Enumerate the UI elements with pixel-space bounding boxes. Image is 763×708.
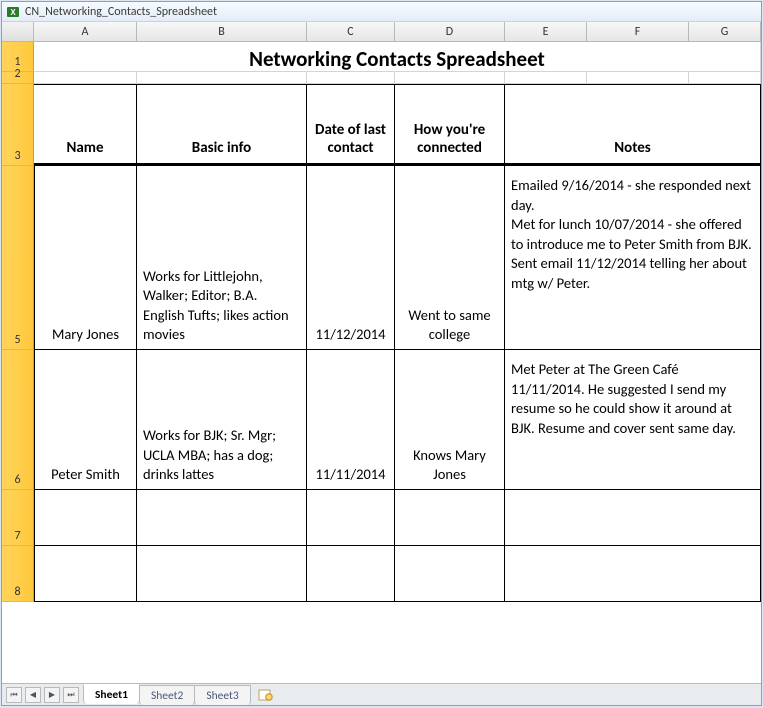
cell-date-0[interactable]: 11/12/2014 xyxy=(307,166,395,350)
cell-C2[interactable] xyxy=(307,72,395,84)
sheet-nav-buttons: ⏮ ◀ ▶ ⏭ xyxy=(2,687,83,703)
excel-icon: X xyxy=(6,5,20,19)
row-8: 8 xyxy=(2,546,761,602)
row-header-7[interactable]: 7 xyxy=(2,490,34,546)
cell-A2[interactable] xyxy=(34,72,137,84)
cell-connected-0[interactable]: Went to same college xyxy=(395,166,505,350)
cell-C8[interactable] xyxy=(307,546,395,602)
cell-date-1[interactable]: 11/11/2014 xyxy=(307,350,395,490)
cell-notes-1[interactable]: Met Peter at The Green Café 11/11/2014. … xyxy=(505,350,761,490)
col-header-D[interactable]: D xyxy=(395,22,505,41)
cell-A7[interactable] xyxy=(34,490,137,546)
row-6: 6 Peter Smith Works for BJK; Sr. Mgr; UC… xyxy=(2,350,761,490)
first-sheet-button[interactable]: ⏮ xyxy=(6,687,22,703)
col-header-C[interactable]: C xyxy=(307,22,395,41)
row-3: 3 Name Basic info Date of last contact H… xyxy=(2,84,761,166)
column-headers: A B C D E F G xyxy=(2,22,761,42)
header-connected[interactable]: How you're connected xyxy=(395,84,505,166)
title-cell[interactable]: Networking Contacts Spreadsheet xyxy=(34,42,761,72)
col-header-G[interactable]: G xyxy=(689,22,761,41)
cell-B7[interactable] xyxy=(137,490,307,546)
spreadsheet-grid[interactable]: A B C D E F G 1 Networking Contacts Spre… xyxy=(2,22,761,683)
cell-EFG8[interactable] xyxy=(505,546,761,602)
row-1: 1 Networking Contacts Spreadsheet xyxy=(2,42,761,72)
cell-EFG7[interactable] xyxy=(505,490,761,546)
tab-sheet3[interactable]: Sheet3 xyxy=(194,685,250,705)
col-header-F[interactable]: F xyxy=(587,22,689,41)
cell-F2[interactable] xyxy=(587,72,689,84)
row-header-8[interactable]: 8 xyxy=(2,546,34,602)
cell-B2[interactable] xyxy=(137,72,307,84)
excel-window: X CN_Networking_Contacts_Spreadsheet A B… xyxy=(1,1,762,706)
row-7: 7 xyxy=(2,490,761,546)
row-2: 2 xyxy=(2,72,761,84)
header-name[interactable]: Name xyxy=(34,84,137,166)
header-notes[interactable]: Notes xyxy=(505,84,761,166)
cell-A8[interactable] xyxy=(34,546,137,602)
cell-D2[interactable] xyxy=(395,72,505,84)
window-title: CN_Networking_Contacts_Spreadsheet xyxy=(25,5,217,19)
row-header-6[interactable]: 6 xyxy=(2,350,34,490)
cell-name-0[interactable]: Mary Jones xyxy=(34,166,137,350)
next-sheet-button[interactable]: ▶ xyxy=(44,687,60,703)
cell-basicinfo-0[interactable]: Works for Littlejohn, Walker; Editor; B.… xyxy=(137,166,307,350)
prev-sheet-button[interactable]: ◀ xyxy=(25,687,41,703)
cell-C7[interactable] xyxy=(307,490,395,546)
col-header-B[interactable]: B xyxy=(137,22,307,41)
cell-D8[interactable] xyxy=(395,546,505,602)
col-header-E[interactable]: E xyxy=(505,22,587,41)
row-5: 5 Mary Jones Works for Littlejohn, Walke… xyxy=(2,166,761,350)
sheet-tab-bar: ⏮ ◀ ▶ ⏭ Sheet1 Sheet2 Sheet3 xyxy=(2,683,761,705)
cell-name-1[interactable]: Peter Smith xyxy=(34,350,137,490)
col-header-A[interactable]: A xyxy=(34,22,137,41)
row-header-3[interactable]: 3 xyxy=(2,84,34,166)
tab-sheet1[interactable]: Sheet1 xyxy=(83,684,140,704)
cell-notes-0[interactable]: Emailed 9/16/2014 - she responded next d… xyxy=(505,166,761,350)
tab-sheet2[interactable]: Sheet2 xyxy=(139,685,195,705)
cell-E2[interactable] xyxy=(505,72,587,84)
new-sheet-button[interactable] xyxy=(256,688,276,702)
cell-basicinfo-1[interactable]: Works for BJK; Sr. Mgr; UCLA MBA; has a … xyxy=(137,350,307,490)
select-all-corner[interactable] xyxy=(2,22,34,41)
header-basic-info[interactable]: Basic info xyxy=(137,84,307,166)
cell-B8[interactable] xyxy=(137,546,307,602)
row-header-5[interactable]: 5 xyxy=(2,166,34,350)
grid-rows: 1 Networking Contacts Spreadsheet 2 3 Na… xyxy=(2,42,761,683)
cell-G2[interactable] xyxy=(689,72,761,84)
svg-text:X: X xyxy=(10,8,16,17)
cell-connected-1[interactable]: Knows Mary Jones xyxy=(395,350,505,490)
row-header-2[interactable]: 2 xyxy=(2,72,34,84)
cell-D7[interactable] xyxy=(395,490,505,546)
titlebar: X CN_Networking_Contacts_Spreadsheet xyxy=(2,2,761,22)
header-date[interactable]: Date of last contact xyxy=(307,84,395,166)
last-sheet-button[interactable]: ⏭ xyxy=(63,687,79,703)
